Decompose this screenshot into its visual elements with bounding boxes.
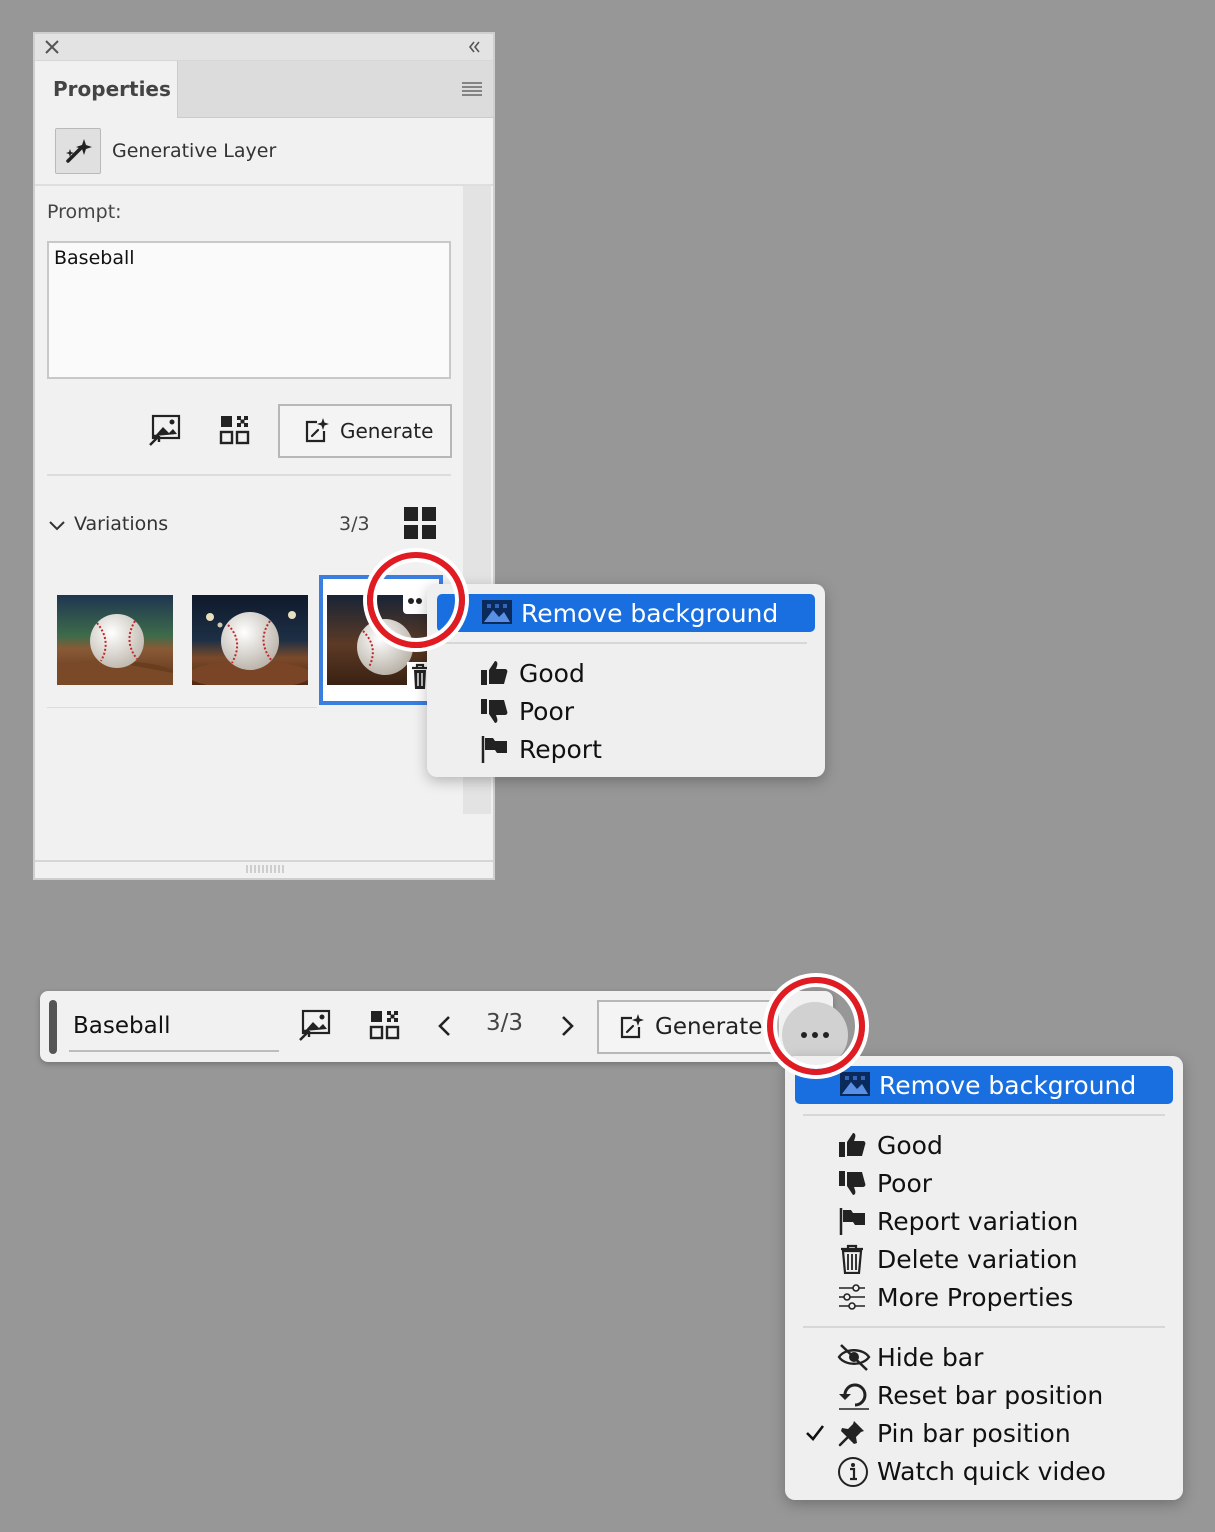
generate-icon [302,417,330,445]
menu-item-pin-bar-position[interactable]: Pin bar position [795,1414,1173,1452]
menu-separator [803,1326,1165,1328]
menu-item-label: Report [519,734,602,764]
menu-item-poor[interactable]: Poor [437,692,815,730]
flag-icon [479,734,511,764]
info-icon [837,1456,869,1487]
contextual-task-bar: Baseball 3/3 Generate [40,991,848,1068]
menu-item-report-variation[interactable]: Report variation [795,1202,1173,1240]
remove-background-icon [481,598,513,628]
menu-item-label: Poor [519,696,575,726]
taskbar-options-menu: Remove background Good Poor Report varia [785,1056,1183,1500]
generate-label: Generate [655,1014,763,1040]
menu-item-label: Report variation [877,1206,1079,1236]
menu-item-reset-bar-position[interactable]: Reset bar position [795,1376,1173,1414]
menu-item-report[interactable]: Report [437,730,815,768]
taskbar-generate-button[interactable]: Generate [597,1000,779,1054]
chevron-down-icon[interactable] [47,516,67,536]
menu-item-label: Good [519,658,585,688]
variation-context-menu: Remove background Good Poor Report [427,584,825,777]
taskbar-prompt-input[interactable]: Baseball [69,1006,279,1052]
trash-icon [837,1244,869,1274]
menu-item-remove-background[interactable]: Remove background [437,594,815,632]
reference-image-icon[interactable] [297,1007,333,1043]
menu-item-hide-bar[interactable]: Hide bar [795,1338,1173,1376]
sliders-icon [837,1282,869,1312]
layer-row: Generative Layer [35,118,493,186]
variations-label: Variations [74,513,169,535]
menu-separator [445,642,807,644]
menu-item-delete-variation[interactable]: Delete variation [795,1240,1173,1278]
thumbs-up-icon [479,658,511,688]
menu-item-remove-background[interactable]: Remove background [795,1066,1173,1104]
menu-item-label: Pin bar position [877,1418,1071,1448]
menu-item-label: Reset bar position [877,1380,1104,1410]
menu-item-good[interactable]: Good [795,1126,1173,1164]
variations-header: Variations 3/3 [47,506,442,546]
prompt-label: Prompt: [47,201,122,223]
generate-label: Generate [340,419,434,443]
menu-item-label: Good [877,1130,943,1160]
chevron-left-icon[interactable] [430,1011,460,1041]
menu-item-label: Remove background [879,1070,1137,1100]
variation-counter: 3/3 [486,1010,524,1036]
highlight-callout-circle [367,552,465,648]
thumbs-up-icon [837,1130,869,1160]
thumbs-down-icon [837,1168,869,1198]
drag-handle[interactable] [49,1000,57,1054]
properties-panel: Properties Generative Layer Prompt: Base… [33,32,495,880]
menu-item-label: Delete variation [877,1244,1078,1274]
divider [47,474,451,476]
highlight-callout-circle [767,977,865,1075]
hamburger-menu-icon[interactable] [461,80,483,98]
menu-item-label: Watch quick video [877,1456,1106,1486]
tab-properties[interactable]: Properties [35,61,178,118]
menu-item-poor[interactable]: Poor [795,1164,1173,1202]
thumbs-down-icon [479,696,511,726]
remove-background-icon [839,1070,871,1100]
panel-title-bar [35,34,493,61]
panel-footer-line [35,860,493,862]
divider [47,707,317,708]
effects-grid-icon[interactable] [367,1007,403,1043]
menu-item-more-properties[interactable]: More Properties [795,1278,1173,1316]
chevron-right-icon[interactable] [552,1011,582,1041]
resize-grip-icon[interactable] [245,864,285,874]
menu-item-label: More Properties [877,1282,1074,1312]
panel-tab-bar: Properties [35,61,493,118]
generate-icon [617,1013,645,1041]
variations-count: 3/3 [339,513,370,535]
menu-item-good[interactable]: Good [437,654,815,692]
menu-item-label: Remove background [521,598,779,628]
menu-item-label: Poor [877,1168,933,1198]
generate-button[interactable]: Generate [278,404,452,458]
generative-layer-icon [55,128,101,174]
prompt-textarea[interactable]: Baseball [47,241,451,379]
variation-thumbnail-2[interactable] [192,595,308,685]
pin-icon [837,1418,869,1448]
eye-slash-icon [837,1342,871,1372]
menu-item-watch-quick-video[interactable]: Watch quick video [795,1452,1173,1490]
checkmark-icon [805,1423,825,1443]
close-icon[interactable] [43,38,61,56]
reference-image-icon[interactable] [147,412,183,448]
menu-separator [803,1114,1165,1116]
effects-grid-icon[interactable] [217,412,253,448]
layer-type-label: Generative Layer [112,140,277,162]
variation-thumbnail-1[interactable] [57,595,173,685]
grid-view-icon[interactable] [403,506,437,540]
reset-icon [837,1380,869,1410]
flag-icon [837,1206,869,1236]
menu-item-label: Hide bar [877,1342,984,1372]
collapse-icon[interactable] [465,38,483,56]
